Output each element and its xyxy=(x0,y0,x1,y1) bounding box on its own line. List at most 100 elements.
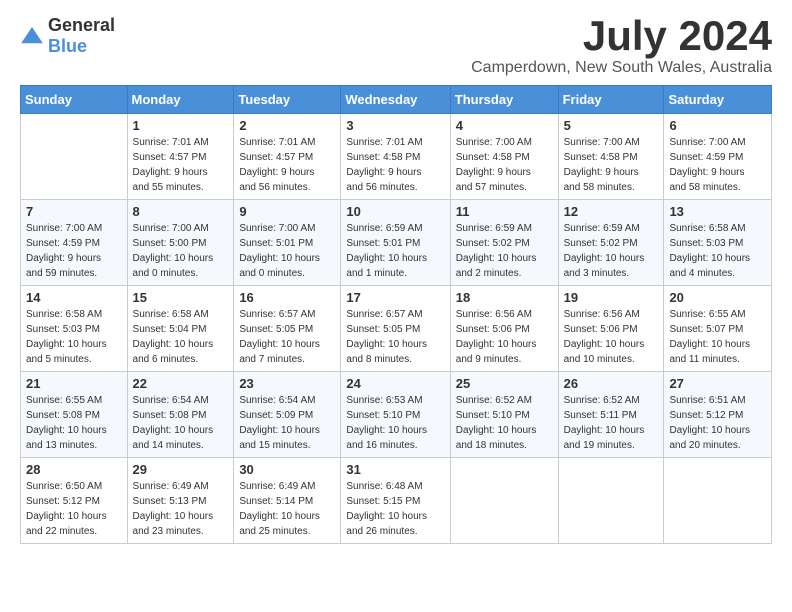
cell-content: Sunrise: 6:54 AMSunset: 5:08 PMDaylight:… xyxy=(133,393,229,453)
calendar-week-5: 28 Sunrise: 6:50 AMSunset: 5:12 PMDayligh… xyxy=(21,458,772,544)
calendar-week-1: 1 Sunrise: 7:01 AMSunset: 4:57 PMDaylight… xyxy=(21,114,772,200)
calendar-cell: 25Sunrise: 6:52 AMSunset: 5:10 PMDayligh… xyxy=(450,372,558,458)
calendar-cell: 23Sunrise: 6:54 AMSunset: 5:09 PMDayligh… xyxy=(234,372,341,458)
calendar-cell: 13 Sunrise: 6:58 AMSunset: 5:03 PMDayligh… xyxy=(664,200,772,286)
day-number: 21 xyxy=(26,376,122,391)
day-number: 30 xyxy=(239,462,335,477)
day-number: 18 xyxy=(456,290,553,305)
day-number: 2 xyxy=(239,118,335,133)
day-number: 16 xyxy=(239,290,335,305)
calendar-cell: 12 Sunrise: 6:59 AMSunset: 5:02 PMDayligh… xyxy=(558,200,664,286)
logo: General Blue xyxy=(20,15,115,57)
day-number: 25 xyxy=(456,376,553,391)
calendar-cell: 1 Sunrise: 7:01 AMSunset: 4:57 PMDaylight… xyxy=(127,114,234,200)
cell-content: Sunrise: 6:56 AMSunset: 5:06 PMDaylight:… xyxy=(564,307,659,367)
calendar-cell: 22Sunrise: 6:54 AMSunset: 5:08 PMDayligh… xyxy=(127,372,234,458)
cell-content: Sunrise: 6:54 AMSunset: 5:09 PMDaylight:… xyxy=(239,393,335,453)
day-number: 1 xyxy=(133,118,229,133)
logo-blue: Blue xyxy=(48,36,87,56)
calendar-cell: 4 Sunrise: 7:00 AMSunset: 4:58 PMDaylight… xyxy=(450,114,558,200)
calendar-table: SundayMondayTuesdayWednesdayThursdayFrid… xyxy=(20,85,772,544)
calendar-cell xyxy=(664,458,772,544)
calendar-cell: 30Sunrise: 6:49 AMSunset: 5:14 PMDayligh… xyxy=(234,458,341,544)
calendar-header-saturday: Saturday xyxy=(664,86,772,114)
calendar-cell: 24 Sunrise: 6:53 AMSunset: 5:10 PMDayligh… xyxy=(341,372,450,458)
cell-content: Sunrise: 6:59 AMSunset: 5:02 PMDaylight:… xyxy=(456,221,553,281)
cell-content: Sunrise: 7:00 AMSunset: 5:01 PMDaylight:… xyxy=(239,221,335,281)
cell-content: Sunrise: 6:58 AMSunset: 5:03 PMDaylight:… xyxy=(26,307,122,367)
cell-content: Sunrise: 7:00 AMSunset: 5:00 PMDaylight:… xyxy=(133,221,229,281)
day-number: 28 xyxy=(26,462,122,477)
page-header: General Blue July 2024 Camperdown, New S… xyxy=(20,15,772,77)
cell-content: Sunrise: 7:01 AMSunset: 4:57 PMDaylight:… xyxy=(133,135,229,195)
calendar-header-row: SundayMondayTuesdayWednesdayThursdayFrid… xyxy=(21,86,772,114)
day-number: 29 xyxy=(133,462,229,477)
calendar-cell: 5Sunrise: 7:00 AMSunset: 4:58 PMDaylight… xyxy=(558,114,664,200)
calendar-cell: 20 Sunrise: 6:55 AMSunset: 5:07 PMDayligh… xyxy=(664,286,772,372)
cell-content: Sunrise: 6:58 AMSunset: 5:03 PMDaylight:… xyxy=(669,221,766,281)
calendar-cell: 16 Sunrise: 6:57 AMSunset: 5:05 PMDayligh… xyxy=(234,286,341,372)
calendar-cell xyxy=(558,458,664,544)
day-number: 15 xyxy=(133,290,229,305)
cell-content: Sunrise: 6:55 AMSunset: 5:07 PMDaylight:… xyxy=(669,307,766,367)
cell-content: Sunrise: 6:50 AMSunset: 5:12 PMDaylight:… xyxy=(26,479,122,539)
cell-content: Sunrise: 6:59 AMSunset: 5:02 PMDaylight:… xyxy=(564,221,659,281)
calendar-cell: 28 Sunrise: 6:50 AMSunset: 5:12 PMDayligh… xyxy=(21,458,128,544)
cell-content: Sunrise: 6:55 AMSunset: 5:08 PMDaylight:… xyxy=(26,393,122,453)
calendar-cell: 8 Sunrise: 7:00 AMSunset: 5:00 PMDaylight… xyxy=(127,200,234,286)
day-number: 10 xyxy=(346,204,444,219)
cell-content: Sunrise: 6:58 AMSunset: 5:04 PMDaylight:… xyxy=(133,307,229,367)
cell-content: Sunrise: 6:53 AMSunset: 5:10 PMDaylight:… xyxy=(346,393,444,453)
calendar-header-sunday: Sunday xyxy=(21,86,128,114)
calendar-cell: 10 Sunrise: 6:59 AMSunset: 5:01 PMDayligh… xyxy=(341,200,450,286)
cell-content: Sunrise: 6:48 AMSunset: 5:15 PMDaylight:… xyxy=(346,479,444,539)
day-number: 26 xyxy=(564,376,659,391)
calendar-header-tuesday: Tuesday xyxy=(234,86,341,114)
calendar-cell xyxy=(450,458,558,544)
cell-content: Sunrise: 6:52 AMSunset: 5:11 PMDaylight:… xyxy=(564,393,659,453)
calendar-cell: 3 Sunrise: 7:01 AMSunset: 4:58 PMDaylight… xyxy=(341,114,450,200)
cell-content: Sunrise: 6:51 AMSunset: 5:12 PMDaylight:… xyxy=(669,393,766,453)
calendar-cell: 17 Sunrise: 6:57 AMSunset: 5:05 PMDayligh… xyxy=(341,286,450,372)
calendar-week-3: 14Sunrise: 6:58 AMSunset: 5:03 PMDayligh… xyxy=(21,286,772,372)
calendar-cell: 29 Sunrise: 6:49 AMSunset: 5:13 PMDayligh… xyxy=(127,458,234,544)
cell-content: Sunrise: 6:56 AMSunset: 5:06 PMDaylight:… xyxy=(456,307,553,367)
logo-text: General Blue xyxy=(48,15,115,57)
calendar-cell: 11 Sunrise: 6:59 AMSunset: 5:02 PMDayligh… xyxy=(450,200,558,286)
day-number: 12 xyxy=(564,204,659,219)
calendar-cell: 19Sunrise: 6:56 AMSunset: 5:06 PMDayligh… xyxy=(558,286,664,372)
calendar-cell: 21 Sunrise: 6:55 AMSunset: 5:08 PMDayligh… xyxy=(21,372,128,458)
day-number: 24 xyxy=(346,376,444,391)
month-title: July 2024 xyxy=(471,15,772,57)
day-number: 17 xyxy=(346,290,444,305)
day-number: 20 xyxy=(669,290,766,305)
calendar-week-2: 7Sunrise: 7:00 AMSunset: 4:59 PMDaylight… xyxy=(21,200,772,286)
calendar-cell: 27Sunrise: 6:51 AMSunset: 5:12 PMDayligh… xyxy=(664,372,772,458)
location-title: Camperdown, New South Wales, Australia xyxy=(471,59,772,77)
cell-content: Sunrise: 7:01 AMSunset: 4:58 PMDaylight:… xyxy=(346,135,444,195)
cell-content: Sunrise: 6:49 AMSunset: 5:13 PMDaylight:… xyxy=(133,479,229,539)
calendar-cell: 7Sunrise: 7:00 AMSunset: 4:59 PMDaylight… xyxy=(21,200,128,286)
day-number: 4 xyxy=(456,118,553,133)
day-number: 6 xyxy=(669,118,766,133)
day-number: 7 xyxy=(26,204,122,219)
cell-content: Sunrise: 6:57 AMSunset: 5:05 PMDaylight:… xyxy=(239,307,335,367)
calendar-cell: 9Sunrise: 7:00 AMSunset: 5:01 PMDaylight… xyxy=(234,200,341,286)
logo-icon xyxy=(20,24,44,48)
calendar-cell xyxy=(21,114,128,200)
calendar-week-4: 21 Sunrise: 6:55 AMSunset: 5:08 PMDayligh… xyxy=(21,372,772,458)
calendar-cell: 6 Sunrise: 7:00 AMSunset: 4:59 PMDaylight… xyxy=(664,114,772,200)
calendar-header-monday: Monday xyxy=(127,86,234,114)
cell-content: Sunrise: 6:57 AMSunset: 5:05 PMDaylight:… xyxy=(346,307,444,367)
day-number: 11 xyxy=(456,204,553,219)
cell-content: Sunrise: 6:59 AMSunset: 5:01 PMDaylight:… xyxy=(346,221,444,281)
day-number: 3 xyxy=(346,118,444,133)
day-number: 8 xyxy=(133,204,229,219)
cell-content: Sunrise: 7:00 AMSunset: 4:58 PMDaylight:… xyxy=(456,135,553,195)
cell-content: Sunrise: 7:00 AMSunset: 4:59 PMDaylight:… xyxy=(669,135,766,195)
cell-content: Sunrise: 7:00 AMSunset: 4:58 PMDaylight:… xyxy=(564,135,659,195)
logo-general: General xyxy=(48,15,115,35)
calendar-cell: 18 Sunrise: 6:56 AMSunset: 5:06 PMDayligh… xyxy=(450,286,558,372)
day-number: 13 xyxy=(669,204,766,219)
calendar-cell: 31Sunrise: 6:48 AMSunset: 5:15 PMDayligh… xyxy=(341,458,450,544)
